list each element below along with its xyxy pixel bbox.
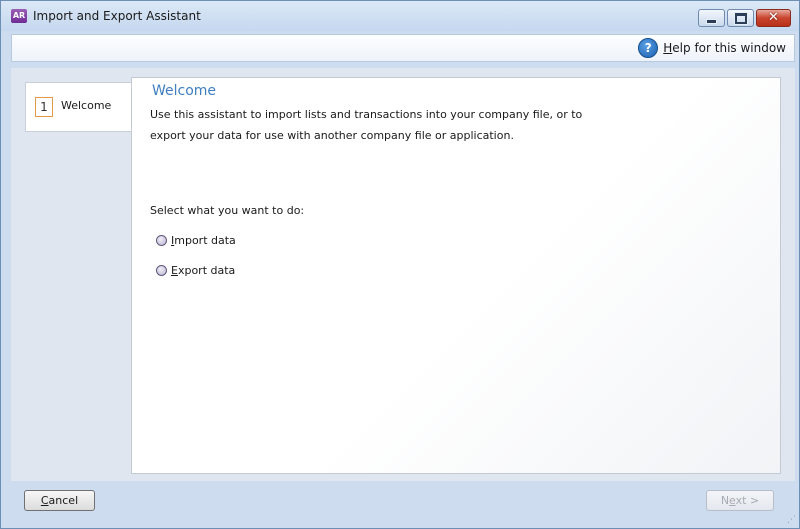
- minimize-icon: [706, 18, 717, 24]
- help-link-label: Help for this window: [663, 41, 786, 55]
- app-icon: AR: [11, 9, 27, 23]
- minimize-button[interactable]: [698, 9, 725, 27]
- help-icon: ?: [638, 38, 659, 58]
- next-label-pre: N: [720, 494, 730, 507]
- resize-grip-icon[interactable]: ⋰: [787, 515, 796, 525]
- close-icon: ✕: [768, 10, 779, 25]
- maximize-icon: [734, 12, 747, 24]
- close-button[interactable]: ✕: [756, 9, 791, 27]
- import-data-label: Import data: [171, 234, 236, 247]
- export-data-label: Export data: [171, 264, 236, 277]
- step-tab-welcome[interactable]: 1 Welcome: [25, 82, 131, 132]
- help-toolbar: ? Help for this window: [11, 34, 795, 62]
- cancel-mnemonic: C: [40, 494, 49, 507]
- export-data-option[interactable]: Export data: [156, 264, 235, 277]
- cancel-button[interactable]: Cancel: [24, 490, 95, 511]
- help-link-label-rest: elp for this window: [672, 41, 786, 55]
- cancel-label-rest: ancel: [48, 494, 79, 507]
- maximize-button[interactable]: [727, 9, 754, 27]
- next-button[interactable]: Next >: [706, 490, 774, 511]
- step-number: 1: [35, 97, 53, 117]
- assistant-window: AR Import and Export Assistant ✕ ? Help …: [0, 0, 800, 529]
- export-data-label-rest: xport data: [177, 264, 236, 277]
- wizard-body: 1 Welcome Welcome Use this assistant to …: [11, 68, 795, 481]
- title-bar[interactable]: AR Import and Export Assistant ✕: [1, 1, 799, 31]
- page-title: Welcome: [152, 83, 217, 99]
- selection-prompt: Select what you want to do:: [150, 204, 305, 217]
- window-title: Import and Export Assistant: [33, 9, 201, 23]
- content-panel: Welcome Use this assistant to import lis…: [131, 77, 781, 474]
- step-label: Welcome: [61, 99, 112, 112]
- import-data-option[interactable]: Import data: [156, 234, 236, 247]
- help-link[interactable]: ? Help for this window: [638, 38, 786, 58]
- import-data-label-rest: mport data: [174, 234, 236, 247]
- export-data-radio[interactable]: [156, 265, 167, 276]
- button-bar: Cancel Next > ⋰: [1, 481, 799, 528]
- import-data-radio[interactable]: [156, 235, 167, 246]
- description-text: Use this assistant to import lists and t…: [150, 108, 583, 142]
- next-label-post: xt >: [735, 494, 760, 507]
- next-mnemonic: e: [729, 494, 736, 507]
